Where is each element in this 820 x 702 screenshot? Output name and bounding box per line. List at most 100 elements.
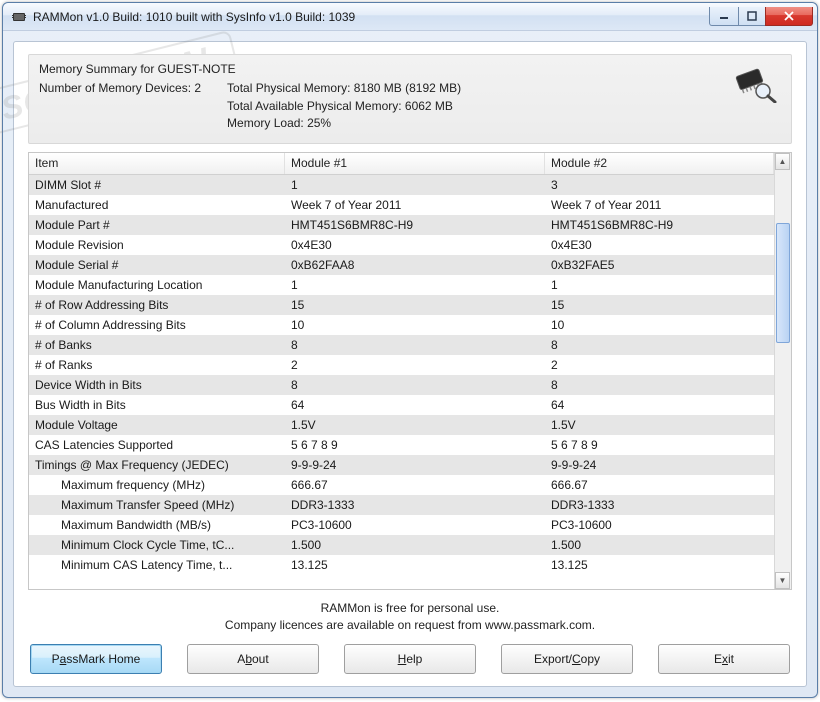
table-row[interactable]: DIMM Slot #13: [29, 175, 774, 195]
cell-m1: 13.125: [285, 558, 545, 572]
cell-item: # of Column Addressing Bits: [29, 318, 285, 332]
table-row[interactable]: Maximum Transfer Speed (MHz)DDR3-1333DDR…: [29, 495, 774, 515]
cell-item: Module Revision: [29, 238, 285, 252]
cell-m1: 1: [285, 178, 545, 192]
table-row[interactable]: Device Width in Bits88: [29, 375, 774, 395]
scrollbar[interactable]: ▲ ▼: [774, 153, 791, 590]
cell-item: Minimum Clock Cycle Time, tC...: [29, 538, 285, 552]
cell-m2: 0x4E30: [545, 238, 774, 252]
cell-m2: Week 7 of Year 2011: [545, 198, 774, 212]
main-panel: SOFTPORTAL www.softportal.com Memory Sum…: [13, 41, 807, 687]
table-row[interactable]: Module Revision0x4E300x4E30: [29, 235, 774, 255]
cell-m2: 1: [545, 278, 774, 292]
table-row[interactable]: Maximum Bandwidth (MB/s)PC3-10600PC3-106…: [29, 515, 774, 535]
scroll-down-arrow-icon[interactable]: ▼: [775, 572, 790, 589]
cell-item: CAS Latencies Supported: [29, 438, 285, 452]
table-header[interactable]: Item Module #1 Module #2: [29, 153, 774, 175]
chip-inspect-icon: [731, 63, 777, 108]
cell-m2: 10: [545, 318, 774, 332]
table-row[interactable]: Timings @ Max Frequency (JEDEC)9-9-9-249…: [29, 455, 774, 475]
table-row[interactable]: Module Manufacturing Location11: [29, 275, 774, 295]
cell-m2: 13.125: [545, 558, 774, 572]
table-row[interactable]: # of Ranks22: [29, 355, 774, 375]
cell-m1: 9-9-9-24: [285, 458, 545, 472]
cell-m1: 5 6 7 8 9: [285, 438, 545, 452]
cell-item: Device Width in Bits: [29, 378, 285, 392]
cell-m2: DDR3-1333: [545, 498, 774, 512]
minimize-button[interactable]: [709, 7, 739, 26]
cell-m2: 15: [545, 298, 774, 312]
cell-item: Manufactured: [29, 198, 285, 212]
about-button[interactable]: About: [187, 644, 319, 674]
cell-item: # of Row Addressing Bits: [29, 298, 285, 312]
app-icon: [11, 9, 27, 25]
scroll-thumb[interactable]: [776, 223, 790, 343]
table-body: DIMM Slot #13ManufacturedWeek 7 of Year …: [29, 175, 774, 590]
cell-item: Module Serial #: [29, 258, 285, 272]
summary-total-available: Total Available Physical Memory: 6062 MB: [227, 98, 461, 115]
table-row[interactable]: Minimum Clock Cycle Time, tC...1.5001.50…: [29, 535, 774, 555]
cell-m2: 64: [545, 398, 774, 412]
passmark-home-button[interactable]: PassMark Home: [30, 644, 162, 674]
cell-item: Maximum Bandwidth (MB/s): [29, 518, 285, 532]
cell-item: DIMM Slot #: [29, 178, 285, 192]
cell-m2: 666.67: [545, 478, 774, 492]
col-header-item[interactable]: Item: [29, 153, 285, 174]
cell-item: Module Voltage: [29, 418, 285, 432]
scroll-up-arrow-icon[interactable]: ▲: [775, 153, 790, 170]
cell-m1: 15: [285, 298, 545, 312]
cell-m1: 1.500: [285, 538, 545, 552]
table-row[interactable]: ManufacturedWeek 7 of Year 2011Week 7 of…: [29, 195, 774, 215]
table-row[interactable]: # of Banks88: [29, 335, 774, 355]
table-row[interactable]: Module Part #HMT451S6BMR8C-H9HMT451S6BMR…: [29, 215, 774, 235]
cell-m2: 9-9-9-24: [545, 458, 774, 472]
table-row[interactable]: CAS Latencies Supported5 6 7 8 95 6 7 8 …: [29, 435, 774, 455]
cell-m2: 2: [545, 358, 774, 372]
cell-m2: 1.500: [545, 538, 774, 552]
cell-m1: 1.5V: [285, 418, 545, 432]
cell-m1: 8: [285, 378, 545, 392]
cell-m2: HMT451S6BMR8C-H9: [545, 218, 774, 232]
cell-m2: 5 6 7 8 9: [545, 438, 774, 452]
help-button[interactable]: Help: [344, 644, 476, 674]
cell-item: # of Ranks: [29, 358, 285, 372]
cell-m1: 2: [285, 358, 545, 372]
export-copy-button[interactable]: Export/Copy: [501, 644, 633, 674]
cell-m2: 3: [545, 178, 774, 192]
cell-item: # of Banks: [29, 338, 285, 352]
cell-m2: 0xB32FAE5: [545, 258, 774, 272]
cell-m1: 0xB62FAA8: [285, 258, 545, 272]
cell-item: Module Part #: [29, 218, 285, 232]
table-row[interactable]: # of Row Addressing Bits1515: [29, 295, 774, 315]
cell-m2: 1.5V: [545, 418, 774, 432]
cell-m2: 8: [545, 338, 774, 352]
table-row[interactable]: Maximum frequency (MHz)666.67666.67: [29, 475, 774, 495]
table-row[interactable]: Module Voltage1.5V1.5V: [29, 415, 774, 435]
summary-total-physical: Total Physical Memory: 8180 MB (8192 MB): [227, 80, 461, 97]
titlebar[interactable]: RAMMon v1.0 Build: 1010 built with SysIn…: [3, 3, 817, 31]
cell-m1: 10: [285, 318, 545, 332]
summary-memory-load: Memory Load: 25%: [227, 115, 461, 132]
table-row[interactable]: # of Column Addressing Bits1010: [29, 315, 774, 335]
memory-table: Item Module #1 Module #2 DIMM Slot #13Ma…: [28, 152, 792, 591]
table-row[interactable]: Minimum CAS Latency Time, t...13.12513.1…: [29, 555, 774, 575]
close-button[interactable]: [765, 7, 813, 26]
footer-line1: RAMMon is free for personal use.: [28, 600, 792, 617]
cell-m1: 1: [285, 278, 545, 292]
maximize-button[interactable]: [738, 7, 766, 26]
summary-box: Memory Summary for GUEST-NOTE Number of …: [28, 54, 792, 144]
cell-m1: 666.67: [285, 478, 545, 492]
cell-m2: 8: [545, 378, 774, 392]
table-row[interactable]: Module Serial #0xB62FAA80xB32FAE5: [29, 255, 774, 275]
client-area: SOFTPORTAL www.softportal.com Memory Sum…: [3, 31, 817, 697]
footer-text: RAMMon is free for personal use. Company…: [28, 590, 792, 642]
col-header-m2[interactable]: Module #2: [545, 153, 774, 174]
cell-m1: 0x4E30: [285, 238, 545, 252]
exit-button[interactable]: Exit: [658, 644, 790, 674]
button-row: PassMark Home About Help Export/Copy Exi…: [28, 642, 792, 676]
cell-m1: Week 7 of Year 2011: [285, 198, 545, 212]
summary-devices: Number of Memory Devices: 2: [39, 80, 201, 132]
window-title: RAMMon v1.0 Build: 1010 built with SysIn…: [33, 10, 710, 24]
table-row[interactable]: Bus Width in Bits6464: [29, 395, 774, 415]
col-header-m1[interactable]: Module #1: [285, 153, 545, 174]
